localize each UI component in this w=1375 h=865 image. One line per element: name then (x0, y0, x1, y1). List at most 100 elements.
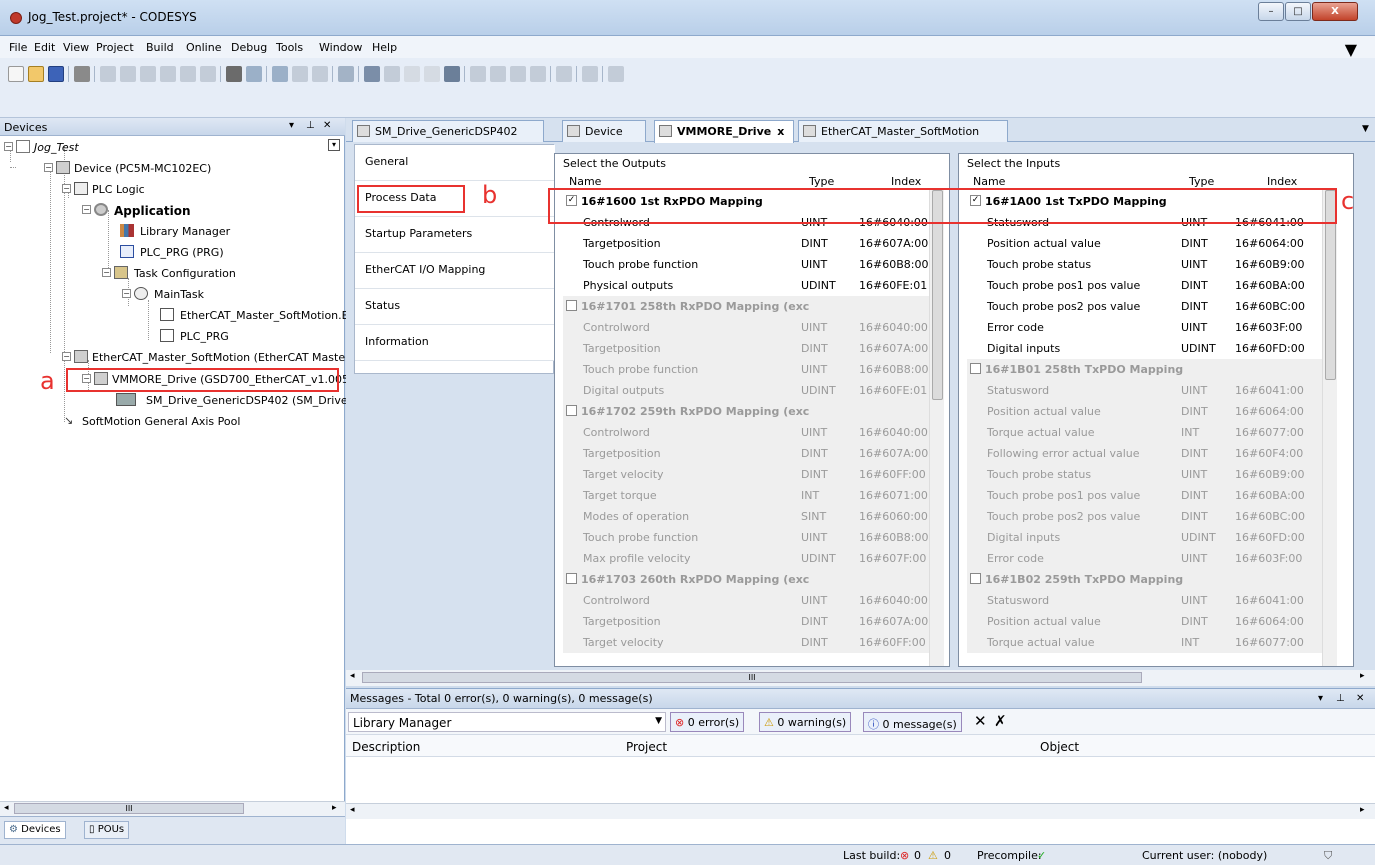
scroll-left-icon[interactable]: ◂ (4, 803, 9, 813)
cart-icon[interactable] (608, 66, 624, 82)
messages-horizontal-scrollbar[interactable]: ◂ ▸ (346, 803, 1375, 819)
col-description[interactable]: Description (352, 740, 420, 754)
build-icon[interactable] (338, 66, 354, 82)
warnings-filter-button[interactable]: ⚠ 0 warning(s) (759, 712, 852, 732)
pdo-entry-row[interactable]: Error code UINT 16#603F:00 (967, 317, 1333, 338)
scroll-thumb[interactable]: III (14, 803, 244, 814)
filter-icon[interactable]: ▼ (1345, 40, 1357, 59)
start-icon[interactable] (404, 66, 420, 82)
close-button[interactable]: X (1312, 2, 1358, 21)
tab-vmmore-drive[interactable]: VMMORE_Drive x (654, 120, 794, 143)
pdo-entry-row[interactable]: Controlword UINT 16#6040:00 (563, 422, 929, 443)
pdo-entry-row[interactable]: Torque actual value INT 16#6077:00 (967, 632, 1333, 653)
menu-online[interactable]: Online (186, 41, 221, 54)
menu-tools[interactable]: Tools (276, 41, 303, 54)
tab-devices[interactable]: ⚙ Devices (4, 821, 66, 839)
menu-build[interactable]: Build (146, 41, 174, 54)
step-into-icon[interactable] (490, 66, 506, 82)
save-icon[interactable] (48, 66, 64, 82)
panel-dropdown-icon[interactable]: ▾ (289, 120, 294, 131)
step-over-icon[interactable] (470, 66, 486, 82)
pdo-entry-row[interactable]: Target torque INT 16#6071:00 (563, 485, 929, 506)
step-out-icon[interactable] (510, 66, 526, 82)
pdo-entry-row[interactable]: Targetposition DINT 16#607A:00 (563, 233, 929, 254)
pdo-entry-row[interactable]: Position actual value DINT 16#6064:00 (967, 611, 1333, 632)
menu-file[interactable]: File (9, 41, 27, 54)
pdo-entry-row[interactable]: Touch probe pos2 pos value DINT 16#60BC:00 (967, 296, 1333, 317)
pdo-entry-row[interactable]: Touch probe status UINT 16#60B9:00 (967, 254, 1333, 275)
scroll-left-icon[interactable]: ◂ (350, 805, 355, 815)
pdo-entry-row[interactable]: Touch probe status UINT 16#60B9:00 (967, 464, 1333, 485)
panel-dropdown-icon[interactable]: ▾ (1318, 693, 1323, 704)
nav-general[interactable]: General (355, 145, 555, 181)
maximize-button[interactable]: □ (1285, 2, 1311, 21)
message-source-dropdown[interactable]: Library Manager ▼ (348, 712, 666, 732)
login-icon[interactable] (364, 66, 380, 82)
errors-filter-button[interactable]: ⊗ 0 error(s) (670, 712, 745, 732)
menu-project[interactable]: Project (96, 41, 134, 54)
nav-startup-parameters[interactable]: Startup Parameters (355, 217, 555, 253)
tab-sm-drive[interactable]: SM_Drive_GenericDSP402 (352, 120, 544, 142)
run-to-cursor-icon[interactable] (530, 66, 546, 82)
redo-icon[interactable] (120, 66, 136, 82)
pdo-checkbox[interactable] (566, 405, 577, 416)
find-icon[interactable] (226, 66, 242, 82)
pdo-entry-row[interactable]: Touch probe pos1 pos value DINT 16#60BA:00 (967, 275, 1333, 296)
pdo-entry-row[interactable]: Target velocity DINT 16#60FF:00 (563, 464, 929, 485)
pdo-entry-row[interactable]: Touch probe function UINT 16#60B8:00 (563, 254, 929, 275)
pin-icon[interactable]: ⊥ (1336, 693, 1345, 704)
collapse-icon[interactable]: − (82, 205, 91, 214)
pdo-entry-row[interactable]: Statusword UINT 16#6041:00 (967, 590, 1333, 611)
write-values-icon[interactable] (582, 66, 598, 82)
pdo-entry-row[interactable]: Controlword UINT 16#6040:00 (563, 317, 929, 338)
tab-pous[interactable]: ▯ POUs (84, 821, 130, 839)
pdo-mapping-row[interactable]: 16#1701 258th RxPDO Mapping (exc (563, 296, 929, 317)
pdo-entry-row[interactable]: Touch probe pos1 pos value DINT 16#60BA:00 (967, 485, 1333, 506)
tab-close-icon[interactable]: x (777, 125, 784, 138)
window-icon[interactable] (272, 66, 288, 82)
pdo-entry-row[interactable]: Position actual value DINT 16#6064:00 (967, 401, 1333, 422)
menu-window[interactable]: Window (319, 41, 362, 54)
minimize-button[interactable]: – (1258, 2, 1284, 21)
col-index[interactable]: Index (1267, 175, 1297, 188)
pdo-entry-row[interactable]: Position actual value DINT 16#6064:00 (967, 233, 1333, 254)
pdo-entry-row[interactable]: Digital inputs UDINT 16#60FD:00 (967, 338, 1333, 359)
col-type[interactable]: Type (1189, 175, 1214, 188)
pdo-checkbox[interactable] (970, 363, 981, 374)
pdo-entry-row[interactable]: Touch probe function UINT 16#60B8:00 (563, 527, 929, 548)
pdo-checkbox[interactable] (970, 573, 981, 584)
menu-edit[interactable]: Edit (34, 41, 55, 54)
scroll-thumb[interactable]: III (362, 672, 1142, 683)
tree-menu-button[interactable]: ▾ (328, 139, 340, 151)
reset-icon[interactable] (444, 66, 460, 82)
col-name[interactable]: Name (569, 175, 601, 188)
nav-information[interactable]: Information (355, 325, 555, 361)
col-object[interactable]: Object (1040, 740, 1079, 754)
pdo-checkbox[interactable] (566, 300, 577, 311)
tab-ethercat-master[interactable]: EtherCAT_Master_SoftMotion (798, 120, 1008, 142)
pdo-entry-row[interactable]: Physical outputs UDINT 16#60FE:01 (563, 275, 929, 296)
scroll-left-icon[interactable]: ◂ (350, 671, 355, 681)
add-object-icon[interactable] (292, 66, 308, 82)
print-icon[interactable] (74, 66, 90, 82)
col-type[interactable]: Type (809, 175, 834, 188)
pdo-entry-row[interactable]: Digital inputs UDINT 16#60FD:00 (967, 527, 1333, 548)
open-folder-icon[interactable] (28, 66, 44, 82)
pin-icon[interactable]: ⊥ (306, 120, 315, 131)
editor-horizontal-scrollbar[interactable]: ◂ III ▸ (346, 670, 1375, 686)
pdo-checkbox[interactable] (566, 573, 577, 584)
new-project-icon[interactable] (8, 66, 24, 82)
pdo-entry-row[interactable]: Touch probe pos2 pos value DINT 16#60BC:00 (967, 506, 1333, 527)
scroll-right-icon[interactable]: ▸ (1360, 671, 1365, 681)
devices-horizontal-scrollbar[interactable]: ◂ III ▸ (0, 801, 345, 816)
pdo-entry-row[interactable]: Digital outputs UDINT 16#60FE:01 (563, 380, 929, 401)
menu-debug[interactable]: Debug (231, 41, 267, 54)
paste-icon[interactable] (180, 66, 196, 82)
panel-close-icon[interactable]: ✕ (1356, 693, 1364, 704)
delete-icon[interactable] (200, 66, 216, 82)
outputs-vertical-scrollbar[interactable] (929, 190, 944, 666)
copy-icon[interactable] (160, 66, 176, 82)
tab-list-dropdown-icon[interactable]: ▼ (1362, 124, 1369, 134)
pdo-mapping-row[interactable]: 16#1703 260th RxPDO Mapping (exc (563, 569, 929, 590)
pdo-entry-row[interactable]: Torque actual value INT 16#6077:00 (967, 422, 1333, 443)
